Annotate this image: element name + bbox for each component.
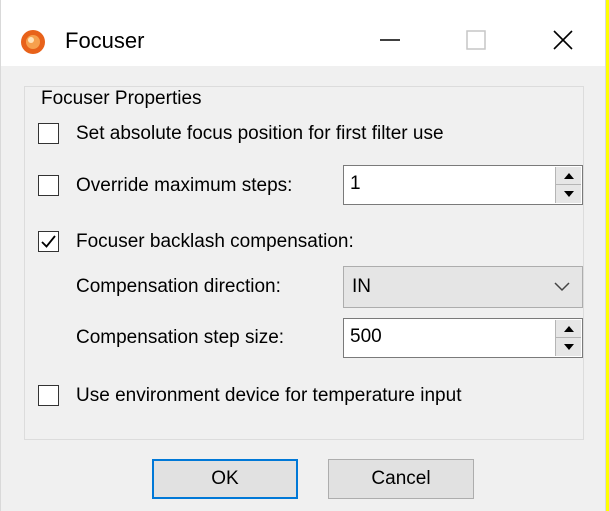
group-title: Focuser Properties: [37, 88, 206, 110]
checkmark-icon: [41, 235, 56, 248]
max-steps-value: 1: [350, 173, 361, 194]
env-device-label[interactable]: Use environment device for temperature i…: [76, 385, 461, 407]
maximize-button[interactable]: [433, 14, 519, 66]
max-steps-up-button[interactable]: [556, 167, 581, 185]
absolute-focus-label[interactable]: Set absolute focus position for first fi…: [76, 123, 444, 145]
minimize-button[interactable]: [347, 14, 433, 66]
spin-down-icon: [563, 344, 574, 350]
step-size-label: Compensation step size:: [76, 327, 285, 348]
step-size-stepper[interactable]: 500: [343, 318, 583, 358]
close-button[interactable]: [520, 14, 606, 66]
step-size-down-button[interactable]: [556, 338, 581, 356]
step-size-up-button[interactable]: [556, 320, 581, 338]
minimize-icon: [380, 39, 400, 41]
env-device-checkbox[interactable]: [38, 385, 59, 406]
cancel-button[interactable]: Cancel: [328, 459, 474, 499]
backlash-checkbox[interactable]: [38, 231, 59, 252]
maximize-icon: [466, 30, 486, 50]
backlash-label[interactable]: Focuser backlash compensation:: [76, 231, 354, 253]
focuser-dialog: Focuser Focuser Properties Set absolute …: [0, 0, 606, 511]
chevron-down-icon: [554, 282, 570, 292]
title-bar[interactable]: Focuser: [1, 0, 605, 66]
step-size-value: 500: [350, 326, 382, 347]
max-steps-spin[interactable]: [555, 167, 581, 203]
spin-up-icon: [563, 325, 574, 332]
window-title: Focuser: [65, 28, 145, 53]
direction-label: Compensation direction:: [76, 276, 281, 297]
step-size-spin[interactable]: [555, 320, 581, 356]
override-max-label[interactable]: Override maximum steps:: [76, 175, 292, 197]
ok-button[interactable]: OK: [152, 459, 298, 499]
close-icon: [553, 30, 573, 50]
max-steps-stepper[interactable]: 1: [343, 165, 583, 205]
direction-select[interactable]: IN: [343, 266, 583, 308]
max-steps-down-button[interactable]: [556, 185, 581, 203]
spin-up-icon: [563, 172, 574, 179]
override-max-checkbox[interactable]: [38, 175, 59, 196]
direction-value: IN: [352, 276, 371, 297]
spin-down-icon: [563, 191, 574, 197]
app-icon: [21, 30, 45, 54]
absolute-focus-checkbox[interactable]: [38, 123, 59, 144]
